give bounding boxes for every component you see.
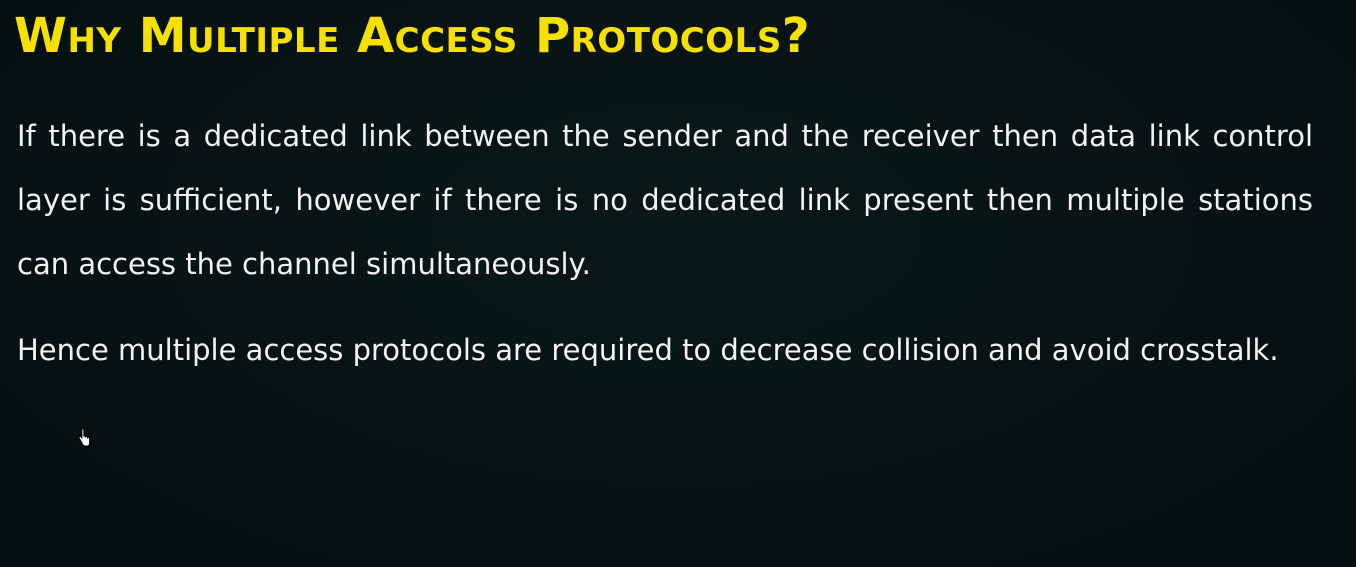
slide: Why Multiple Access Protocols? If there … <box>0 0 1356 567</box>
paragraph-multiple-access: Hence multiple access protocols are requ… <box>17 333 1279 367</box>
slide-title: Why Multiple Access Protocols? <box>14 8 811 64</box>
hand-pointer-icon <box>78 429 90 447</box>
paragraph-dedicated-link: If there is a dedicated link between the… <box>17 119 1313 281</box>
